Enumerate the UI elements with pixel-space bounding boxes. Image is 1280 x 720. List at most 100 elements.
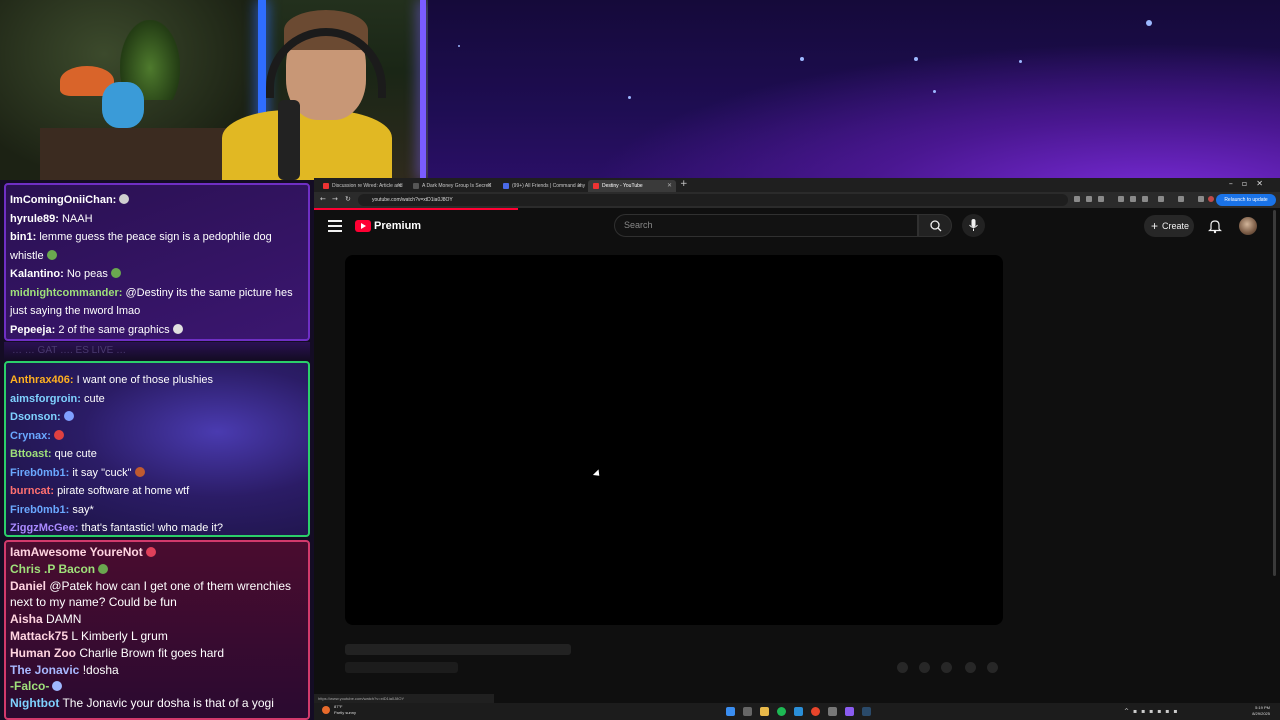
browser-tab-active[interactable]: Destiny - YouTube ✕ <box>588 180 676 192</box>
voice-search-button[interactable] <box>962 214 985 237</box>
close-icon[interactable]: ✕ <box>397 180 402 192</box>
chat-username[interactable]: bin1: <box>10 231 36 243</box>
chat-username[interactable]: Daniel <box>10 579 46 593</box>
back-icon[interactable]: ← <box>320 195 326 203</box>
chat-text: it say "cuck" <box>72 466 132 479</box>
clock[interactable]: 5:19 PM 8/29/2025 <box>1252 705 1270 717</box>
clock-date: 8/29/2025 <box>1252 711 1270 716</box>
relaunch-button[interactable]: Relaunch to update <box>1216 194 1276 206</box>
chat-text: L Kimberly L grum <box>71 628 168 643</box>
browser-tab[interactable]: Discussion re Wired: Article and ✕ <box>318 180 406 192</box>
chat-username[interactable]: Fireb0mb1: <box>10 504 69 516</box>
chat-username[interactable]: The Jonavic <box>10 663 79 677</box>
profile-avatar-icon[interactable] <box>1208 196 1214 202</box>
notifications-button[interactable] <box>1208 218 1222 234</box>
browser-tab[interactable]: (99+) All Friends | Command any ✕ <box>498 180 586 192</box>
youtube-logo[interactable]: Premium <box>355 219 421 233</box>
windows-start-icon[interactable] <box>726 707 735 716</box>
chat-username[interactable]: ImComingOniiChan: <box>10 194 116 206</box>
app-icon[interactable] <box>845 707 854 716</box>
extension-icon[interactable] <box>1074 196 1080 202</box>
system-tray-icons[interactable]: ^▪▪▪▪▪▪ <box>1124 708 1181 715</box>
emote-icon <box>145 547 156 557</box>
zoom-icon[interactable] <box>1086 196 1092 202</box>
chat-message: -Falco- <box>6 678 308 695</box>
tab-title: (99+) All Friends | Command any <box>512 183 586 189</box>
chat-username[interactable]: Pepeeja: <box>10 324 55 336</box>
close-icon[interactable]: ✕ <box>487 180 492 192</box>
action-button-placeholder <box>965 662 976 673</box>
chat-username[interactable]: Human Zoo <box>10 646 76 660</box>
weather-condition: Partly sunny <box>334 710 357 715</box>
page-scrollbar[interactable] <box>1273 210 1276 576</box>
search-button[interactable] <box>918 214 952 237</box>
chat-username[interactable]: Crynax: <box>10 430 51 442</box>
emote-icon <box>52 681 63 692</box>
tab-favicon-icon <box>323 183 329 189</box>
downloads-icon[interactable] <box>1198 196 1204 202</box>
chat-username[interactable]: IamAwesome YoureNot <box>10 545 143 559</box>
extension-icon[interactable] <box>1118 196 1124 202</box>
search-icon <box>930 220 942 232</box>
hamburger-menu-icon[interactable] <box>328 220 342 232</box>
extension-icon[interactable] <box>1142 196 1148 202</box>
chat-username[interactable]: midnightcommander: <box>10 287 122 299</box>
chat-username[interactable]: Bttoast: <box>10 448 52 460</box>
account-avatar[interactable] <box>1239 217 1257 235</box>
chat-username[interactable]: Dsonson: <box>10 411 61 423</box>
close-icon[interactable]: ✕ <box>667 180 672 192</box>
chat-username[interactable]: hyrule89: <box>10 213 59 225</box>
extension-icon[interactable] <box>1130 196 1136 202</box>
chat-username[interactable]: Anthrax406: <box>10 374 74 386</box>
file-explorer-icon[interactable] <box>760 707 769 716</box>
chat-message: Human Zoo Charlie Brown fit goes hard <box>6 645 308 662</box>
youtube-play-icon <box>355 220 371 232</box>
page-load-progress <box>314 208 518 210</box>
reload-icon[interactable]: ↻ <box>345 195 351 203</box>
url-field[interactable]: youtube.com/watch?v=xtD1ia0J8OY <box>358 194 1068 206</box>
chat-username[interactable]: ZiggzMcGee: <box>10 522 78 534</box>
url-text: youtube.com/watch?v=xtD1ia0J8OY <box>372 197 453 203</box>
bell-icon <box>1208 220 1222 234</box>
extensions-puzzle-icon[interactable] <box>1158 196 1164 202</box>
browser-tab[interactable]: A Dark Money Group Is Secretl ✕ <box>408 180 496 192</box>
microphone-icon <box>969 219 978 231</box>
create-label: Create <box>1162 221 1190 231</box>
video-player[interactable] <box>345 255 1003 625</box>
chat-message: bin1: lemme guess the peace sign is a pe… <box>6 228 308 265</box>
star <box>914 57 918 61</box>
close-icon[interactable]: ✕ <box>577 180 582 192</box>
spotify-icon[interactable] <box>777 707 786 716</box>
tab-title: A Dark Money Group Is Secretl <box>422 183 491 189</box>
chat-username[interactable]: Fireb0mb1: <box>10 467 69 479</box>
chat-username[interactable]: Kalantino: <box>10 268 64 280</box>
forward-icon[interactable]: → <box>332 195 338 203</box>
new-tab-icon[interactable]: + <box>680 179 688 189</box>
edge-icon[interactable] <box>794 707 803 716</box>
webcam-microphone <box>278 100 300 180</box>
chat-message: Daniel @Patek how can I get one of them … <box>6 578 308 612</box>
bookmark-star-icon[interactable] <box>1098 196 1104 202</box>
chat-username[interactable]: aimsforgroin: <box>10 393 81 405</box>
chat-username[interactable]: Nightbot <box>10 696 59 710</box>
task-view-icon[interactable] <box>743 707 752 716</box>
window-controls[interactable]: –▫✕ <box>1229 179 1272 188</box>
weather-widget[interactable]: 87°F Partly sunny <box>334 704 356 716</box>
weather-icon[interactable] <box>322 706 330 714</box>
tab-title: Discussion re Wired: Article and <box>332 183 403 189</box>
search-input[interactable]: Search <box>614 214 918 237</box>
chat-text: 2 of the same graphics <box>58 323 170 336</box>
settings-gear-icon[interactable] <box>828 707 837 716</box>
chat-username[interactable]: Chris .P Bacon <box>10 562 95 576</box>
chat-username[interactable]: -Falco- <box>10 679 49 693</box>
star <box>1146 20 1152 26</box>
steam-icon[interactable] <box>862 707 871 716</box>
chat-username[interactable]: burncat: <box>10 485 54 497</box>
video-title-placeholder <box>345 644 571 655</box>
sidebar-icon[interactable] <box>1178 196 1184 202</box>
chrome-icon[interactable] <box>811 707 820 716</box>
chat-username[interactable]: Aisha <box>10 612 43 626</box>
chat-message: ZiggzMcGee: that's fantastic! who made i… <box>6 519 308 535</box>
create-button[interactable]: + Create <box>1144 215 1194 237</box>
chat-username[interactable]: Mattack75 <box>10 629 68 643</box>
